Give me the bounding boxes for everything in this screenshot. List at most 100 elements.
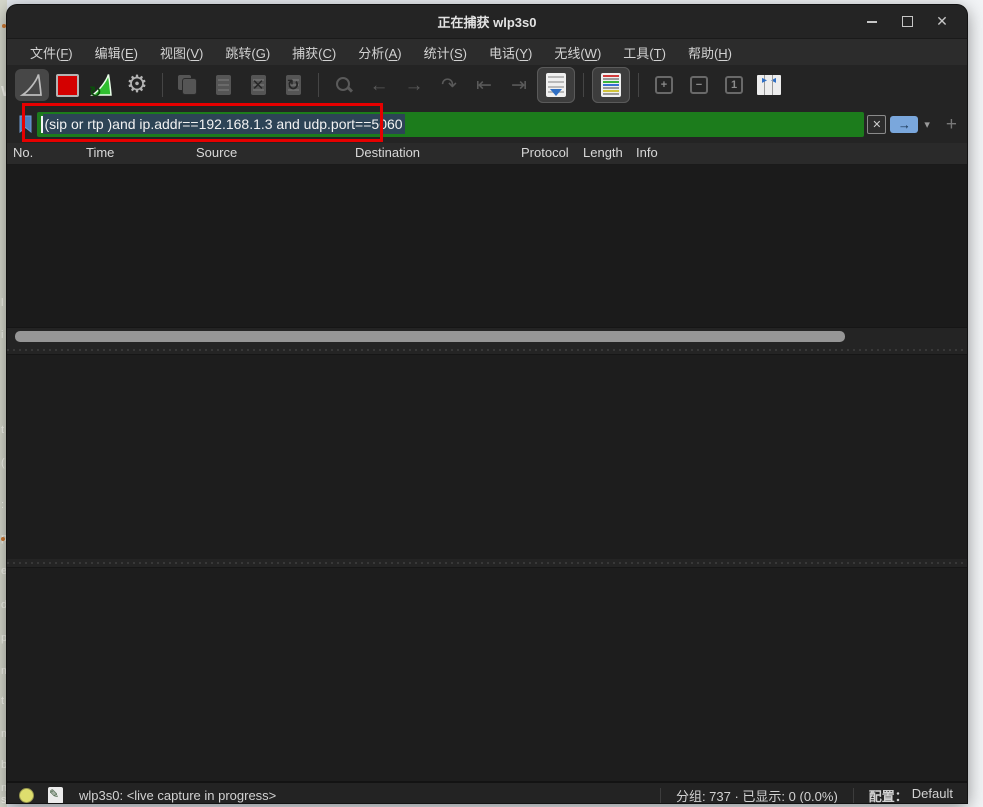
background-text-fragment: l — [1, 298, 3, 309]
pane-splitter[interactable] — [7, 346, 967, 354]
menu-file[interactable]: 文件(F) — [19, 40, 84, 65]
open-file-icon — [178, 75, 198, 95]
status-bar: ✎ wlp3s0: <live capture in progress> 分组:… — [7, 783, 967, 803]
filter-input[interactable]: (sip or rtp )and ip.addr==192.168.1.3 an… — [37, 112, 864, 137]
gear-icon: ⚙ — [126, 73, 148, 97]
display-filter-bar: (sip or rtp )and ip.addr==192.168.1.3 an… — [7, 105, 967, 143]
capture-options-button[interactable]: ⚙ — [120, 69, 154, 101]
go-back-button[interactable]: ← — [362, 69, 396, 101]
zoom-in-button[interactable]: + — [647, 69, 681, 101]
column-source[interactable]: Source — [196, 145, 237, 160]
menu-tools[interactable]: 工具(T) — [612, 40, 677, 65]
column-no[interactable]: No. — [13, 145, 33, 160]
close-button[interactable]: ✕ — [935, 15, 949, 29]
apply-arrow-icon: → — [898, 118, 911, 131]
statusbar-separator — [853, 788, 854, 804]
back-arrow-icon: ← — [370, 76, 389, 95]
background-text-fragment: t — [1, 696, 4, 707]
go-first-packet-button[interactable]: ⇤ — [467, 69, 501, 101]
go-last-packet-button[interactable]: ⇥ — [502, 69, 536, 101]
filter-expression: (sip or rtp )and ip.addr==192.168.1.3 an… — [43, 114, 405, 134]
column-time[interactable]: Time — [86, 145, 114, 160]
background-text-fragment: : — [1, 500, 4, 511]
close-file-icon: ✕ — [251, 75, 266, 95]
desktop-left-strip: Wlit(:pedpmtmbns — [0, 0, 7, 807]
find-packet-button[interactable] — [327, 69, 361, 101]
menu-statistics[interactable]: 统计(S) — [413, 40, 478, 65]
forward-arrow-icon: → — [405, 76, 424, 95]
colorize-toggle[interactable] — [592, 67, 630, 103]
go-to-packet-button[interactable]: ↷ — [432, 69, 466, 101]
stop-capture-button[interactable] — [50, 69, 84, 101]
resize-columns-icon: ▸◂ — [757, 75, 781, 95]
close-icon: ✕ — [936, 13, 948, 30]
window-title: 正在捕获 wlp3s0 — [7, 12, 967, 31]
filter-bookmark-button[interactable] — [13, 111, 37, 137]
desktop-artifact-dot — [2, 24, 6, 28]
restart-capture-button[interactable]: ↻ — [85, 69, 119, 101]
bookmark-icon — [18, 115, 33, 133]
packet-counts: 分组: 737 · 已显示: 0 (0.0%) — [676, 786, 838, 803]
zoom-100-button[interactable]: 1 — [717, 69, 751, 101]
go-forward-button[interactable]: → — [397, 69, 431, 101]
background-text-fragment: t — [1, 425, 4, 436]
menu-go[interactable]: 跳转(G) — [214, 40, 281, 65]
zoom-out-button[interactable]: − — [682, 69, 716, 101]
packet-list-pane[interactable] — [7, 165, 967, 327]
zoom-in-icon: + — [655, 76, 673, 94]
maximize-icon — [902, 16, 913, 27]
desktop-artifact-dot — [1, 537, 5, 541]
column-destination[interactable]: Destination — [355, 145, 420, 160]
zoom-100-icon: 1 — [725, 76, 743, 94]
reload-file-button[interactable]: ↻ — [276, 69, 310, 101]
packet-bytes-pane[interactable] — [7, 567, 967, 781]
last-packet-icon: ⇥ — [511, 76, 527, 95]
close-file-button[interactable]: ✕ — [241, 69, 275, 101]
scrollbar-thumb[interactable] — [15, 331, 845, 342]
horizontal-scrollbar[interactable] — [7, 327, 967, 346]
start-capture-button[interactable] — [15, 69, 49, 101]
capture-comment-icon[interactable]: ✎ — [48, 787, 63, 803]
open-file-button[interactable] — [171, 69, 205, 101]
menu-edit[interactable]: 编辑(E) — [84, 40, 149, 65]
filter-clear-button[interactable]: ✕ — [867, 115, 886, 134]
packet-details-pane[interactable] — [7, 354, 967, 559]
menu-help[interactable]: 帮助(H) — [677, 40, 743, 65]
menu-bar: 文件(F) 编辑(E) 视图(V) 跳转(G) 捕获(C) 分析(A) 统计(S… — [7, 39, 967, 65]
statusbar-separator — [660, 788, 661, 804]
save-file-button[interactable] — [206, 69, 240, 101]
restart-shark-fin-icon: ↻ — [89, 72, 115, 98]
add-filter-button[interactable]: + — [946, 115, 957, 134]
chevron-down-icon: ▾ — [924, 119, 930, 131]
pencil-icon: ✎ — [49, 788, 59, 800]
menu-wireless[interactable]: 无线(W) — [543, 40, 612, 65]
menu-capture[interactable]: 捕获(C) — [281, 40, 347, 65]
profile-value: Default — [912, 786, 953, 803]
shark-fin-icon — [19, 72, 45, 98]
expert-info-icon[interactable] — [19, 788, 34, 803]
filter-apply-button[interactable]: → — [890, 116, 918, 133]
capture-status-text: wlp3s0: <live capture in progress> — [79, 788, 276, 803]
column-protocol[interactable]: Protocol — [521, 145, 569, 160]
plus-icon: + — [946, 114, 957, 135]
goto-arrow-icon: ↷ — [441, 76, 457, 95]
column-length[interactable]: Length — [583, 145, 623, 160]
column-info[interactable]: Info — [636, 145, 658, 160]
filter-dropdown-button[interactable]: ▾ — [924, 118, 930, 131]
title-bar[interactable]: 正在捕获 wlp3s0 ✕ — [7, 5, 967, 39]
background-text-fragment: ( — [1, 458, 5, 469]
menu-view[interactable]: 视图(V) — [149, 40, 214, 65]
profile-selector[interactable]: 配置： Default — [869, 786, 953, 803]
first-packet-icon: ⇤ — [476, 76, 492, 95]
minimize-icon — [867, 21, 877, 23]
menu-analyze[interactable]: 分析(A) — [347, 40, 412, 65]
main-toolbar: ↻ ⚙ ✕ ↻ ← → ↷ ⇤ ⇥ — [7, 65, 967, 105]
search-icon — [334, 75, 354, 95]
pane-splitter[interactable] — [7, 559, 967, 567]
maximize-button[interactable] — [900, 15, 914, 29]
resize-columns-button[interactable]: ▸◂ — [752, 69, 786, 101]
auto-scroll-toggle[interactable] — [537, 67, 575, 103]
profile-label: 配置： — [869, 786, 908, 803]
minimize-button[interactable] — [865, 15, 879, 29]
menu-telephony[interactable]: 电话(Y) — [478, 40, 543, 65]
